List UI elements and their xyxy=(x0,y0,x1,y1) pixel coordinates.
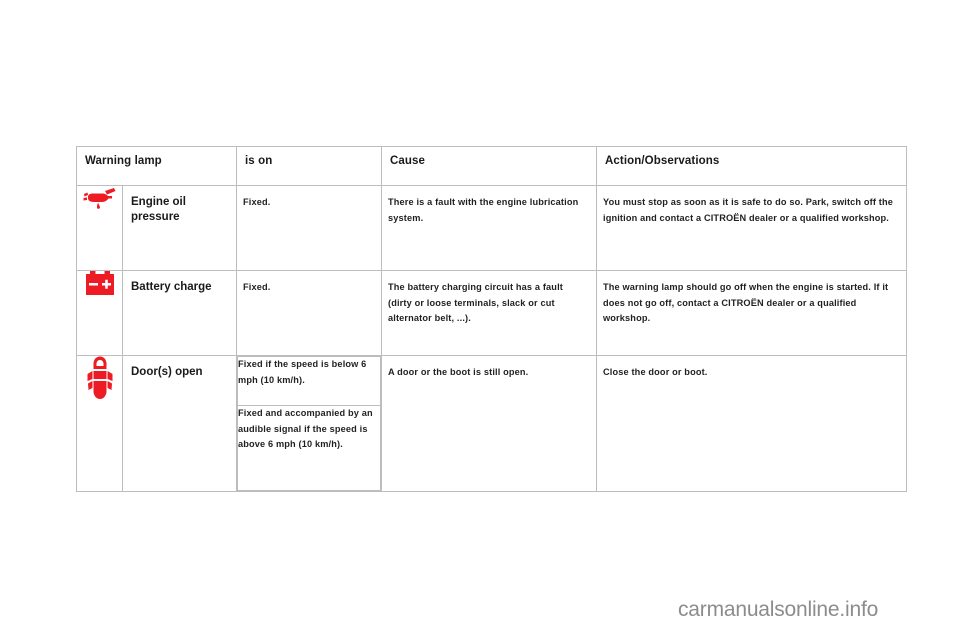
cell-is-on-doors-open: Fixed if the speed is below 6 mph (10 km… xyxy=(236,355,382,492)
cell-label-engine-oil-pressure: Engine oil pressure xyxy=(122,185,237,271)
cell-icon-doors-open xyxy=(76,355,123,492)
cell-cause-doors-open: A door or the boot is still open. xyxy=(381,355,597,492)
is-on-subrow-high-speed: Fixed and accompanied by an audible sign… xyxy=(237,405,381,491)
cell-label-doors-open: Door(s) open xyxy=(122,355,237,492)
table-row: Door(s) open Fixed if the speed is below… xyxy=(76,355,907,492)
page-root: Warning lamp is on Cause Action/Observat… xyxy=(0,0,960,640)
column-header-is-on: is on xyxy=(236,146,382,186)
warning-lamps-table: Warning lamp is on Cause Action/Observat… xyxy=(76,146,907,492)
doors-open-icon xyxy=(87,356,113,400)
cell-action-engine-oil-pressure: You must stop as soon as it is safe to d… xyxy=(596,185,907,271)
cell-label-battery-charge: Battery charge xyxy=(122,270,237,356)
watermark-text: carmanualsonline.info xyxy=(678,598,879,621)
table-header-row: Warning lamp is on Cause Action/Observat… xyxy=(76,146,907,186)
column-header-action-observations: Action/Observations xyxy=(596,146,907,186)
cell-action-doors-open: Close the door or boot. xyxy=(596,355,907,492)
is-on-text-low-speed: Fixed if the speed is below 6 mph (10 km… xyxy=(237,356,381,406)
cell-action-battery-charge: The warning lamp should go off when the … xyxy=(596,270,907,356)
battery-charge-icon xyxy=(85,271,114,295)
cell-is-on-engine-oil-pressure: Fixed. xyxy=(236,185,382,271)
cell-is-on-battery-charge: Fixed. xyxy=(236,270,382,356)
column-header-cause: Cause xyxy=(381,146,597,186)
cell-cause-engine-oil-pressure: There is a fault with the engine lubrica… xyxy=(381,185,597,271)
table-row: Engine oil pressure Fixed. There is a fa… xyxy=(76,185,907,271)
engine-oil-pressure-icon xyxy=(83,186,117,210)
is-on-subtable: Fixed if the speed is below 6 mph (10 km… xyxy=(237,356,381,491)
cell-cause-battery-charge: The battery charging circuit has a fault… xyxy=(381,270,597,356)
cell-icon-battery-charge xyxy=(76,270,123,356)
cell-icon-engine-oil-pressure xyxy=(76,185,123,271)
is-on-text-high-speed: Fixed and accompanied by an audible sign… xyxy=(237,405,381,491)
column-header-warning-lamp: Warning lamp xyxy=(76,146,237,186)
table-row: Battery charge Fixed. The battery chargi… xyxy=(76,270,907,356)
is-on-subrow-low-speed: Fixed if the speed is below 6 mph (10 km… xyxy=(237,356,381,406)
